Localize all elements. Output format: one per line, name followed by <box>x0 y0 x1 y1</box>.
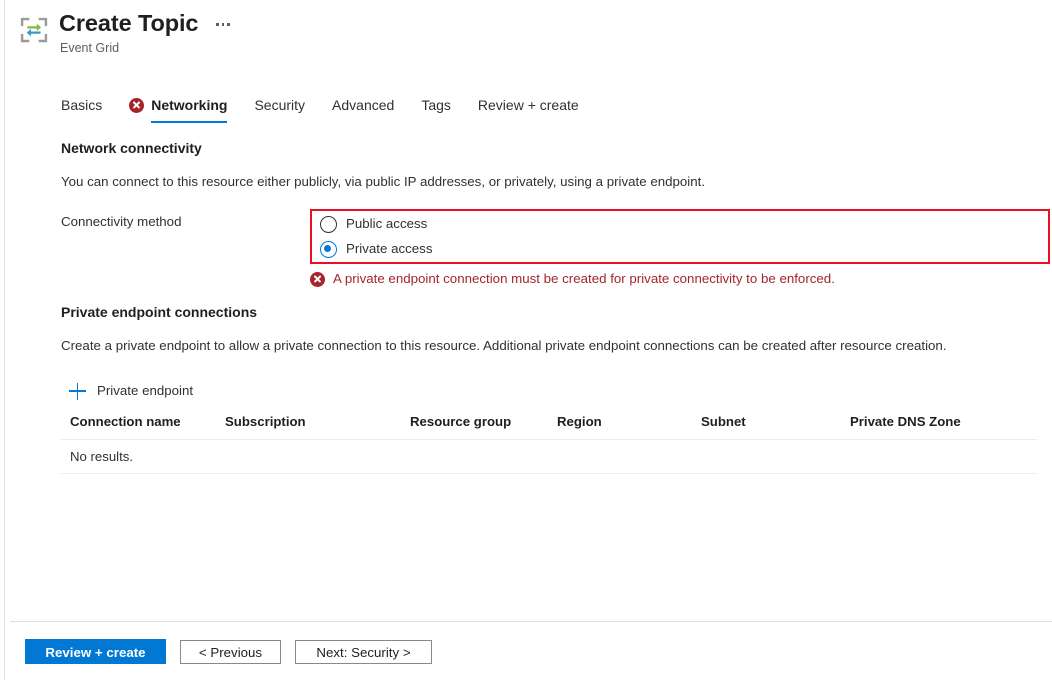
radio-unselected-icon <box>320 216 337 233</box>
previous-button[interactable]: < Previous <box>180 640 281 664</box>
private-endpoint-connections-table: Connection name Subscription Resource gr… <box>61 414 1037 474</box>
column-header-connection-name[interactable]: Connection name <box>61 414 225 429</box>
connectivity-method-radio-group: Public access Private access <box>310 209 1050 264</box>
radio-private-access-label: Private access <box>346 240 432 258</box>
tab-review-create-label: Review + create <box>478 96 579 114</box>
column-header-subnet[interactable]: Subnet <box>701 414 850 429</box>
add-private-endpoint-label: Private endpoint <box>97 382 193 400</box>
ellipsis-dot-3 <box>227 23 230 26</box>
tab-review-create[interactable]: Review + create <box>478 96 579 123</box>
review-create-button[interactable]: Review + create <box>25 639 166 664</box>
tab-networking[interactable]: Networking <box>129 96 227 123</box>
column-header-resource-group[interactable]: Resource group <box>410 414 557 429</box>
event-grid-topic-icon <box>19 15 49 45</box>
radio-public-access-label: Public access <box>346 215 427 233</box>
private-endpoint-connections-heading: Private endpoint connections <box>61 304 257 320</box>
plus-icon <box>69 383 86 400</box>
column-header-region[interactable]: Region <box>557 414 701 429</box>
tab-tags-label: Tags <box>421 96 451 114</box>
tab-security-label: Security <box>254 96 305 114</box>
validation-error-text: A private endpoint connection must be cr… <box>333 270 835 288</box>
error-circle-icon <box>129 98 144 113</box>
more-options-icon[interactable] <box>214 19 232 30</box>
table-empty-message: No results. <box>61 449 133 464</box>
validation-error-message: A private endpoint connection must be cr… <box>310 270 835 288</box>
footer-divider <box>10 621 1052 622</box>
tab-advanced[interactable]: Advanced <box>332 96 394 123</box>
connectivity-method-label: Connectivity method <box>61 213 181 231</box>
column-header-subscription[interactable]: Subscription <box>225 414 410 429</box>
page-title: Create Topic <box>59 8 198 38</box>
wizard-tabs: Basics Networking Security Advanced Tags… <box>61 96 606 128</box>
create-topic-blade: Create Topic Event Grid Basics Networkin… <box>4 0 1052 680</box>
radio-selected-icon <box>320 241 337 258</box>
ellipsis-dot-2 <box>222 23 225 26</box>
network-connectivity-description: You can connect to this resource either … <box>61 173 705 191</box>
tab-networking-label: Networking <box>151 96 227 114</box>
tab-basics[interactable]: Basics <box>61 96 102 123</box>
radio-public-access[interactable]: Public access <box>320 215 427 233</box>
column-header-private-dns-zone[interactable]: Private DNS Zone <box>850 414 1010 429</box>
network-connectivity-heading: Network connectivity <box>61 140 202 156</box>
table-header-row: Connection name Subscription Resource gr… <box>61 414 1037 440</box>
error-circle-icon <box>310 272 325 287</box>
radio-private-access[interactable]: Private access <box>320 240 432 258</box>
tab-security[interactable]: Security <box>254 96 305 123</box>
ellipsis-dot-1 <box>216 23 219 26</box>
page-subtitle: Event Grid <box>59 40 232 56</box>
private-endpoint-connections-description: Create a private endpoint to allow a pri… <box>61 337 947 355</box>
header-text-group: Create Topic Event Grid <box>59 8 232 56</box>
table-empty-row: No results. <box>61 440 1037 474</box>
tab-advanced-label: Advanced <box>332 96 394 114</box>
add-private-endpoint-button[interactable]: Private endpoint <box>67 378 199 404</box>
next-security-button[interactable]: Next: Security > <box>295 640 432 664</box>
wizard-footer: Review + create < Previous Next: Securit… <box>25 639 432 664</box>
tab-basics-label: Basics <box>61 96 102 114</box>
blade-header: Create Topic Event Grid <box>19 8 232 56</box>
tab-tags[interactable]: Tags <box>421 96 451 123</box>
